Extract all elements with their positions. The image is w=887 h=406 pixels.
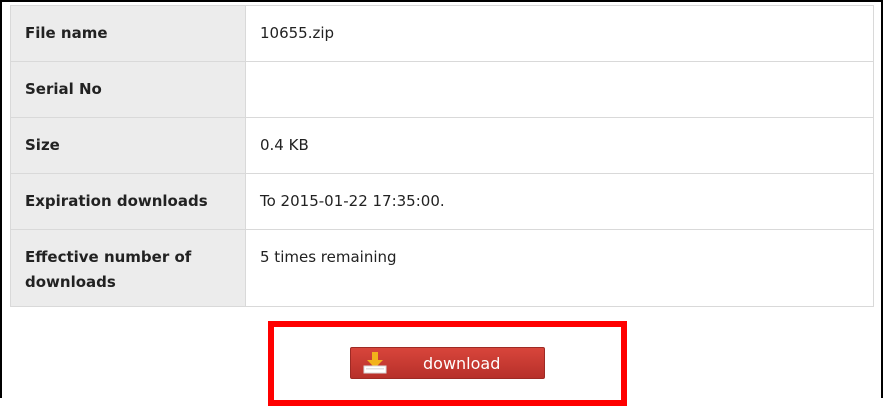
table-row: Serial No (10, 61, 874, 118)
download-button-label: download (423, 353, 501, 373)
table-row: Effective number of downloads 5 times re… (10, 229, 874, 307)
download-tray-icon (355, 348, 395, 378)
size-value: 0.4 KB (245, 117, 874, 174)
file-info-table: File name 10655.zip Serial No Size 0.4 K… (10, 5, 874, 307)
effective-downloads-value: 5 times remaining (245, 229, 874, 307)
serial-no-label: Serial No (10, 61, 246, 118)
table-row: File name 10655.zip (10, 5, 874, 62)
size-label: Size (10, 117, 246, 174)
download-button[interactable]: download (350, 347, 545, 379)
table-row: Size 0.4 KB (10, 117, 874, 174)
file-name-value: 10655.zip (245, 5, 874, 62)
effective-downloads-label: Effective number of downloads (10, 229, 246, 307)
table-row: Expiration downloads To 2015-01-22 17:35… (10, 173, 874, 230)
expiration-downloads-value: To 2015-01-22 17:35:00. (245, 173, 874, 230)
expiration-downloads-label: Expiration downloads (10, 173, 246, 230)
file-name-label: File name (10, 5, 246, 62)
serial-no-value (245, 61, 874, 118)
